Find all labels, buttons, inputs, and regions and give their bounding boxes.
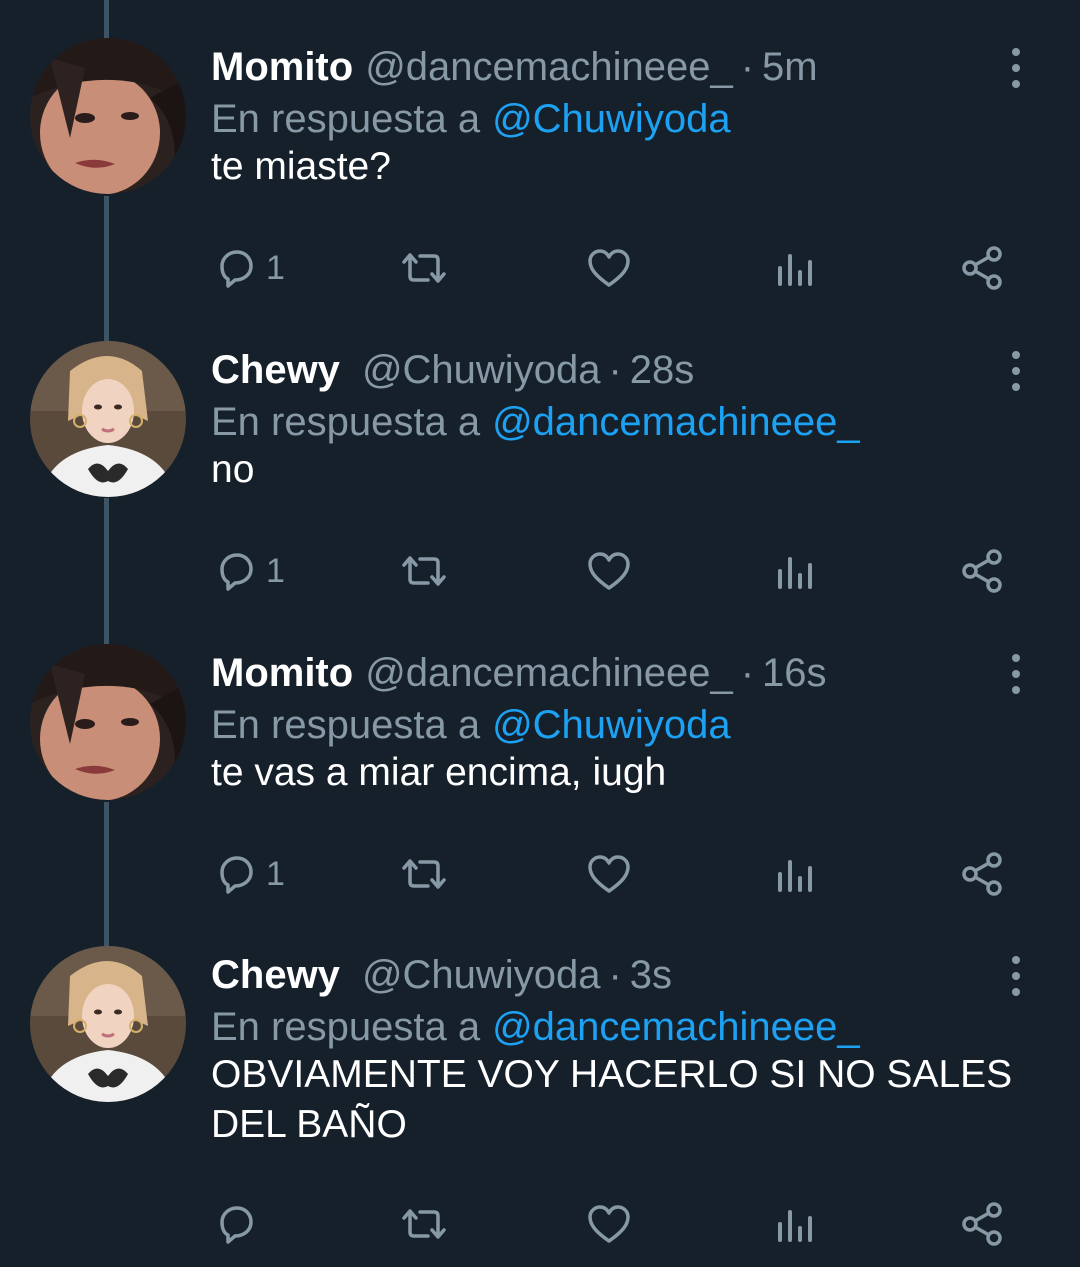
- user-handle[interactable]: @dancemachineee_: [365, 45, 733, 89]
- reply-context: En respuesta a @Chuwiyoda: [211, 94, 731, 144]
- analytics-icon: [778, 254, 812, 286]
- analytics-icon: [778, 557, 812, 589]
- like-button[interactable]: [586, 844, 632, 904]
- timestamp[interactable]: 3s: [630, 953, 672, 997]
- timestamp[interactable]: 28s: [630, 348, 695, 392]
- like-icon: [588, 1205, 630, 1243]
- tweet-actions: 1: [0, 844, 1080, 904]
- tweet-header: Momito @dancemachineee_ · 16s: [211, 648, 827, 698]
- retweet-icon: [402, 253, 446, 283]
- share-button[interactable]: [958, 541, 1006, 601]
- analytics-icon: [778, 860, 812, 892]
- display-name[interactable]: Momito: [211, 45, 353, 89]
- reply-prefix: En respuesta a: [211, 400, 481, 444]
- tweet-text: OBVIAMENTE VOY HACERLO SI NO SALES DEL B…: [211, 1053, 1013, 1146]
- tweet-actions: 1: [0, 541, 1080, 601]
- reply-prefix: En respuesta a: [211, 97, 481, 141]
- tweet-header: Chewy @Chuwiyoda · 28s: [211, 345, 694, 395]
- avatar[interactable]: [30, 946, 186, 1102]
- avatar[interactable]: [30, 644, 186, 800]
- like-button[interactable]: [586, 238, 632, 298]
- display-name[interactable]: Chewy: [211, 348, 340, 392]
- retweet-button[interactable]: [398, 1194, 450, 1254]
- share-icon: [962, 246, 1002, 290]
- reply-prefix: En respuesta a: [211, 1005, 481, 1049]
- display-name[interactable]: Chewy: [211, 953, 340, 997]
- like-button[interactable]: [586, 541, 632, 601]
- share-icon: [962, 549, 1002, 593]
- reply-context: En respuesta a @dancemachineee_: [211, 397, 860, 447]
- tweet-text: te miaste?: [211, 145, 391, 188]
- reply-context: En respuesta a @Chuwiyoda: [211, 700, 731, 750]
- share-button[interactable]: [958, 238, 1006, 298]
- reply-count: 1: [266, 551, 285, 590]
- tweet-header: Momito @dancemachineee_ · 5m: [211, 42, 818, 92]
- tweet-actions: 1: [0, 238, 1080, 298]
- reply-mention-link[interactable]: @dancemachineee_: [492, 1005, 860, 1049]
- reply-mention-link[interactable]: @dancemachineee_: [492, 400, 860, 444]
- user-handle[interactable]: @Chuwiyoda: [362, 348, 601, 392]
- tweet-text: no: [211, 448, 255, 491]
- avatar[interactable]: [30, 38, 186, 194]
- tweet-text: te vas a miar encima, iugh: [211, 751, 667, 794]
- user-handle[interactable]: @dancemachineee_: [365, 651, 733, 695]
- like-icon: [588, 855, 630, 893]
- more-options-icon[interactable]: [1004, 351, 1028, 391]
- reply-icon: [220, 856, 253, 894]
- reply-icon: [220, 250, 253, 288]
- reply-button[interactable]: 1: [214, 844, 285, 904]
- more-options-icon[interactable]: [1004, 48, 1028, 88]
- like-icon: [588, 249, 630, 287]
- separator-dot: ·: [740, 45, 755, 89]
- analytics-button[interactable]: [776, 1194, 816, 1254]
- reply-button[interactable]: 1: [214, 238, 285, 298]
- timestamp[interactable]: 16s: [762, 651, 827, 695]
- share-icon: [962, 1202, 1002, 1246]
- reply-icon: [220, 553, 253, 591]
- reply-mention-link[interactable]: @Chuwiyoda: [492, 703, 731, 747]
- share-button[interactable]: [958, 1194, 1006, 1254]
- analytics-icon: [778, 1210, 812, 1242]
- reply-button[interactable]: 1: [214, 541, 285, 601]
- tweet-actions: [0, 1194, 1080, 1254]
- retweet-button[interactable]: [398, 238, 450, 298]
- retweet-icon: [402, 1209, 446, 1239]
- user-handle[interactable]: @Chuwiyoda: [362, 953, 601, 997]
- like-button[interactable]: [586, 1194, 632, 1254]
- reply-count: 1: [266, 248, 285, 287]
- reply-prefix: En respuesta a: [211, 703, 481, 747]
- reply-button[interactable]: [214, 1194, 266, 1254]
- analytics-button[interactable]: [776, 238, 816, 298]
- reply-count: 1: [266, 854, 285, 893]
- separator-dot: ·: [740, 651, 755, 695]
- analytics-button[interactable]: [776, 541, 816, 601]
- analytics-button[interactable]: [776, 844, 816, 904]
- thread-line: [104, 0, 109, 40]
- separator-dot: ·: [608, 953, 622, 997]
- more-options-icon[interactable]: [1004, 956, 1028, 996]
- reply-context: En respuesta a @dancemachineee_: [211, 1002, 860, 1052]
- tweet-header: Chewy @Chuwiyoda · 3s: [211, 950, 672, 1000]
- avatar[interactable]: [30, 341, 186, 497]
- reply-mention-link[interactable]: @Chuwiyoda: [492, 97, 731, 141]
- retweet-button[interactable]: [398, 844, 450, 904]
- reply-icon: [220, 1206, 253, 1244]
- share-button[interactable]: [958, 844, 1006, 904]
- separator-dot: ·: [608, 348, 622, 392]
- retweet-button[interactable]: [398, 541, 450, 601]
- retweet-icon: [402, 859, 446, 889]
- display-name[interactable]: Momito: [211, 651, 353, 695]
- like-icon: [588, 552, 630, 590]
- retweet-icon: [402, 556, 446, 586]
- more-options-icon[interactable]: [1004, 654, 1028, 694]
- share-icon: [962, 852, 1002, 896]
- timestamp[interactable]: 5m: [762, 45, 818, 89]
